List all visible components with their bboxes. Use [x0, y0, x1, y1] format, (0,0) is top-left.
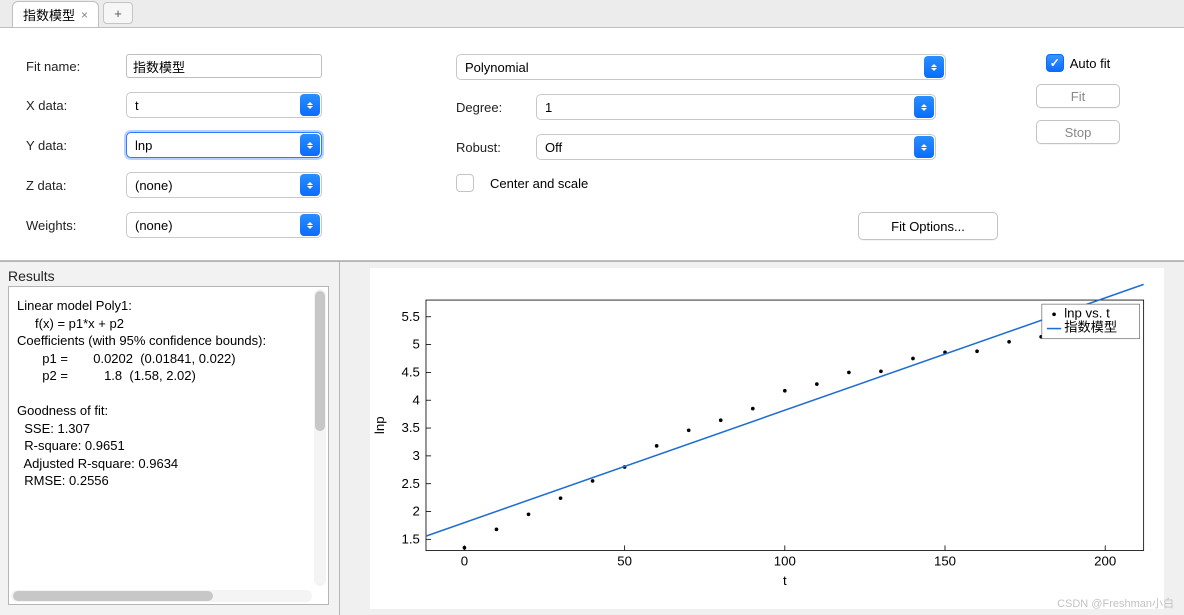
stop-button[interactable]: Stop	[1036, 120, 1120, 144]
x-data-label: X data:	[26, 98, 116, 113]
chevron-updown-icon	[300, 174, 320, 196]
robust-value: Off	[545, 140, 562, 155]
chevron-updown-icon	[300, 214, 320, 236]
z-data-label: Z data:	[26, 178, 116, 193]
results-text: Linear model Poly1: f(x) = p1*x + p2 Coe…	[17, 297, 320, 490]
model-type-select[interactable]: Polynomial	[456, 54, 946, 80]
close-icon[interactable]: ×	[81, 8, 88, 22]
svg-text:4.5: 4.5	[401, 364, 419, 379]
chevron-updown-icon	[914, 136, 934, 158]
svg-text:50: 50	[617, 554, 632, 569]
degree-value: 1	[545, 100, 552, 115]
y-data-label: Y data:	[26, 138, 116, 153]
svg-text:lnp vs. t: lnp vs. t	[1064, 305, 1110, 320]
robust-select[interactable]: Off	[536, 134, 936, 160]
chevron-updown-icon	[914, 96, 934, 118]
y-data-select[interactable]: lnp	[126, 132, 322, 158]
z-data-value: (none)	[135, 178, 173, 193]
scrollbar-thumb[interactable]	[13, 591, 213, 601]
results-title: Results	[8, 268, 339, 284]
plot-panel: 0 50 100 150 200 1.5 2 2.5 3 3.5 4 4.5 5 5.5 t lnp lnp v…	[340, 262, 1184, 615]
fit-name-label: Fit name:	[26, 59, 116, 74]
center-scale-label: Center and scale	[490, 176, 588, 191]
model-type-value: Polynomial	[465, 60, 529, 75]
svg-text:5: 5	[413, 337, 420, 352]
svg-text:lnp: lnp	[372, 416, 387, 434]
svg-text:2: 2	[413, 504, 420, 519]
svg-text:150: 150	[934, 554, 956, 569]
results-panel: Results Linear model Poly1: f(x) = p1*x …	[0, 262, 340, 615]
chevron-updown-icon	[300, 134, 320, 156]
degree-label: Degree:	[456, 100, 526, 115]
degree-select[interactable]: 1	[536, 94, 936, 120]
svg-text:指数模型: 指数模型	[1064, 320, 1117, 335]
weights-select[interactable]: (none)	[126, 212, 322, 238]
tab-fit[interactable]: 指数模型 ×	[12, 1, 99, 27]
fit-options-button[interactable]: Fit Options...	[858, 212, 998, 240]
config-left-column: Fit name: X data: t Y data: lnp Z data: …	[26, 54, 366, 240]
chevron-updown-icon	[300, 94, 320, 116]
z-data-select[interactable]: (none)	[126, 172, 322, 198]
add-tab-button[interactable]: +	[103, 2, 133, 24]
svg-text:5.5: 5.5	[401, 309, 419, 324]
scrollbar-horizontal[interactable]	[11, 590, 312, 602]
svg-text:1.5: 1.5	[401, 531, 419, 546]
svg-text:3: 3	[413, 448, 420, 463]
svg-text:0: 0	[461, 554, 468, 569]
auto-fit-checkbox[interactable]: ✓	[1046, 54, 1064, 72]
center-scale-checkbox[interactable]	[456, 174, 474, 192]
weights-value: (none)	[135, 218, 173, 233]
fit-name-input[interactable]	[126, 54, 322, 78]
fit-button[interactable]: Fit	[1036, 84, 1120, 108]
svg-text:100: 100	[774, 554, 796, 569]
y-data-value: lnp	[135, 138, 152, 153]
svg-text:200: 200	[1094, 554, 1116, 569]
auto-fit-label: Auto fit	[1070, 56, 1110, 71]
scrollbar-vertical[interactable]	[314, 289, 326, 586]
config-panel: Fit name: X data: t Y data: lnp Z data: …	[0, 28, 1184, 261]
svg-text:t: t	[783, 573, 787, 588]
svg-text:4: 4	[413, 392, 420, 407]
chevron-updown-icon	[924, 56, 944, 78]
weights-label: Weights:	[26, 218, 116, 233]
scrollbar-thumb[interactable]	[315, 291, 325, 431]
check-icon: ✓	[1050, 56, 1060, 70]
fit-plot[interactable]: 0 50 100 150 200 1.5 2 2.5 3 3.5 4 4.5 5 5.5 t lnp lnp v…	[370, 268, 1164, 609]
x-data-value: t	[135, 98, 139, 113]
config-right-column: ✓ Auto fit Fit Stop	[998, 54, 1158, 240]
bottom-panel: Results Linear model Poly1: f(x) = p1*x …	[0, 261, 1184, 615]
robust-label: Robust:	[456, 140, 526, 155]
plus-icon: +	[114, 6, 122, 21]
tab-label: 指数模型	[23, 5, 75, 24]
results-box[interactable]: Linear model Poly1: f(x) = p1*x + p2 Coe…	[8, 286, 329, 605]
svg-text:2.5: 2.5	[401, 476, 419, 491]
watermark: CSDN @Freshman小白	[1057, 595, 1174, 611]
x-data-select[interactable]: t	[126, 92, 322, 118]
svg-text:3.5: 3.5	[401, 420, 419, 435]
tab-bar: 指数模型 × +	[0, 0, 1184, 28]
config-mid-column: Polynomial Degree: 1 Robust: Off Center …	[456, 54, 998, 240]
